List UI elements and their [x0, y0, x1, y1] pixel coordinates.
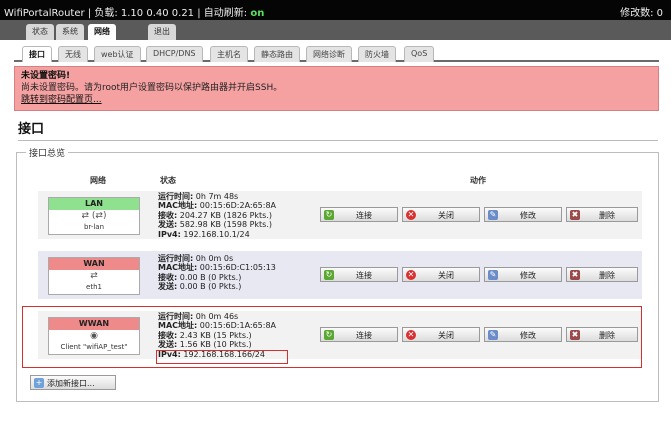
column-status: 状态: [160, 176, 176, 185]
menu-system[interactable]: 系统: [56, 24, 84, 40]
tab-firewall[interactable]: 防火墙: [358, 46, 396, 62]
tab-hostnames[interactable]: 主机名: [210, 46, 248, 62]
interface-status: 运行时间: 0h 0m 0s MAC地址: 00:15:6D:C1:05:13 …: [158, 254, 276, 292]
interface-row-lan: LAN ⇄ (⇄) br-lan 运行时间: 0h 7m 48s MAC地址: …: [38, 191, 642, 239]
main-menu: 状态 系统 网络 退出: [0, 20, 671, 40]
top-status-bar: WifiPortalRouter | 负载: 1.10 0.40 0.21 | …: [0, 0, 671, 20]
router-load-info: WifiPortalRouter | 负载: 1.10 0.40 0.21 | …: [4, 8, 265, 19]
ethernet-icon: ⇄ (⇄): [81, 211, 107, 221]
alert-message: 尚未设置密码。请为root用户设置密码以保护路由器并开启SSH。: [21, 83, 283, 93]
no-password-alert: 未设置密码! 尚未设置密码。请为root用户设置密码以保护路由器并开启SSH。 …: [14, 66, 659, 111]
interface-status: 运行时间: 0h 7m 48s MAC地址: 00:15:6D:2A:65:8A…: [158, 192, 277, 239]
password-config-link[interactable]: 跳转到密码配置页...: [21, 95, 102, 105]
menu-status[interactable]: 状态: [26, 24, 54, 40]
ethernet-icon: ⇄: [90, 271, 98, 281]
interface-row-wan: WAN ⇄ eth1 运行时间: 0h 0m 0s MAC地址: 00:15:6…: [38, 251, 642, 299]
add-icon: +: [34, 378, 44, 388]
interface-device: eth1: [86, 283, 102, 291]
wwan-highlight-frame: [22, 306, 642, 368]
column-network: 网络: [90, 176, 106, 185]
tab-diagnostics[interactable]: 网络诊断: [306, 46, 352, 62]
edit-button[interactable]: ✎ 修改: [484, 267, 562, 282]
connect-button[interactable]: ↻ 连接: [320, 267, 398, 282]
edit-button[interactable]: ✎ 修改: [484, 207, 562, 222]
close-button[interactable]: ✕ 关闭: [402, 267, 480, 282]
tab-wireless[interactable]: 无线: [58, 46, 88, 62]
interface-device: br-lan: [83, 223, 105, 231]
alert-title: 未设置密码!: [21, 71, 71, 81]
tab-interfaces[interactable]: 接口: [22, 46, 52, 62]
section-title: 接口总览: [26, 146, 69, 159]
menu-network[interactable]: 网络: [88, 24, 116, 40]
auto-refresh-toggle[interactable]: on: [250, 8, 264, 19]
tab-dhcp-dns[interactable]: DHCP/DNS: [146, 46, 203, 62]
interface-badge-wan[interactable]: WAN ⇄ eth1: [48, 257, 140, 295]
delete-button[interactable]: ✖ 删除: [566, 207, 638, 222]
connect-button[interactable]: ↻ 连接: [320, 207, 398, 222]
delete-button[interactable]: ✖ 删除: [566, 267, 638, 282]
add-interface-button[interactable]: + 添加新接口...: [30, 375, 116, 390]
interface-name: WAN: [49, 258, 139, 270]
menu-logout[interactable]: 退出: [148, 24, 176, 40]
interface-name: LAN: [49, 198, 139, 210]
ipv4-highlight-frame: [156, 350, 288, 364]
tab-static-routes[interactable]: 静态路由: [254, 46, 300, 62]
interface-badge-lan[interactable]: LAN ⇄ (⇄) br-lan: [48, 197, 140, 235]
close-button[interactable]: ✕ 关闭: [402, 207, 480, 222]
network-subtabs: 接口 无线 web认证 DHCP/DNS 主机名 静态路由 网络诊断 防火墙 Q…: [14, 44, 659, 62]
changes-counter[interactable]: 修改数: 0: [620, 4, 663, 19]
page-title: 接口: [18, 118, 658, 141]
column-actions: 动作: [470, 176, 486, 185]
tab-web-auth[interactable]: web认证: [94, 46, 141, 62]
tab-qos[interactable]: QoS: [404, 46, 435, 62]
